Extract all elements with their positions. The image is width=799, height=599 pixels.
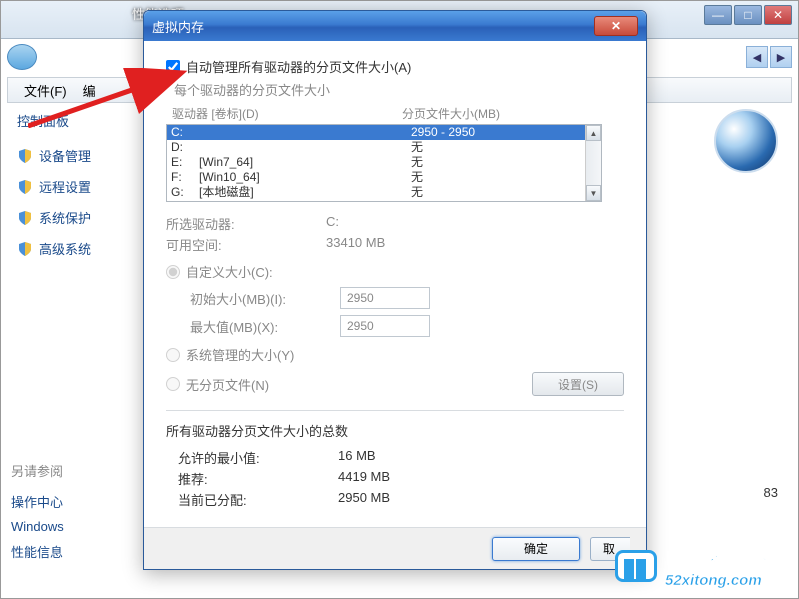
auto-manage-label: 自动管理所有驱动器的分页文件大小(A): [186, 57, 411, 76]
auto-manage-checkbox[interactable]: [166, 60, 180, 74]
sidebar-title: 控制面板: [11, 111, 131, 130]
min-allowed-label: 允许的最小值:: [178, 448, 338, 467]
drive-row[interactable]: C:2950 - 2950: [167, 125, 601, 140]
custom-size-radio[interactable]: [166, 265, 180, 279]
sidebar: 控制面板 设备管理 远程设置 系统保护 高级系统: [11, 111, 131, 264]
maximize-button[interactable]: □: [734, 5, 762, 25]
col-drive-label: 驱动器 [卷标](D): [172, 105, 402, 122]
drive-row[interactable]: G:[本地磁盘]无: [167, 185, 601, 200]
drive-list[interactable]: C:2950 - 2950D:无E:[Win7_64]无F:[Win10_64]…: [166, 124, 602, 202]
sidebar-item-protect[interactable]: 系统保护: [11, 202, 131, 233]
see-also: 另请参阅 操作中心 Windows 性能信息: [11, 461, 131, 565]
menu-edit[interactable]: 编: [75, 81, 104, 100]
back-button[interactable]: [7, 44, 37, 70]
set-button[interactable]: 设置(S): [532, 372, 624, 396]
shield-icon: [17, 241, 33, 257]
group-title: 每个驱动器的分页文件大小: [174, 80, 624, 99]
no-paging-label: 无分页文件(N): [186, 375, 269, 394]
system-managed-label: 系统管理的大小(Y): [186, 345, 294, 364]
shield-icon: [17, 210, 33, 226]
selected-drive-value: C:: [326, 214, 339, 233]
system-orb-icon: [714, 109, 778, 173]
min-allowed-value: 16 MB: [338, 448, 376, 467]
drive-row[interactable]: F:[Win10_64]无: [167, 170, 601, 185]
minimize-button[interactable]: —: [704, 5, 732, 25]
dialog-titlebar[interactable]: 虚拟内存 ✕: [144, 11, 646, 41]
free-space-label: 可用空间:: [166, 235, 326, 254]
drive-row[interactable]: E:[Win7_64]无: [167, 155, 601, 170]
sidebar-item-remote[interactable]: 远程设置: [11, 171, 131, 202]
selected-drive-label: 所选驱动器:: [166, 214, 326, 233]
scrollbar[interactable]: ▲ ▼: [585, 125, 601, 201]
max-size-input[interactable]: [340, 315, 430, 337]
recommended-label: 推荐:: [178, 469, 338, 488]
seealso-perf-info[interactable]: 性能信息: [11, 538, 131, 565]
watermark-cn: 电脑系统下载: [665, 543, 791, 572]
seealso-windows[interactable]: Windows: [11, 515, 131, 538]
sidebar-item-device[interactable]: 设备管理: [11, 140, 131, 171]
drive-row[interactable]: D:无: [167, 140, 601, 155]
watermark-en: 52xitong.com: [665, 572, 762, 589]
no-paging-radio[interactable]: [166, 377, 180, 391]
dialog-close-button[interactable]: ✕: [594, 16, 638, 36]
nav-left-icon[interactable]: ◀: [746, 46, 768, 68]
max-size-label: 最大值(MB)(X):: [190, 317, 340, 336]
shield-icon: [17, 179, 33, 195]
col-page-label: 分页文件大小(MB): [402, 105, 500, 122]
watermark-logo-icon: [615, 550, 657, 582]
recommended-value: 4419 MB: [338, 469, 390, 488]
ok-button[interactable]: 确定: [492, 537, 580, 561]
right-info-number: 83: [764, 485, 778, 500]
totals-title: 所有驱动器分页文件大小的总数: [166, 421, 624, 440]
nav-right-icon[interactable]: ▶: [770, 46, 792, 68]
virtual-memory-dialog: 虚拟内存 ✕ 自动管理所有驱动器的分页文件大小(A) 每个驱动器的分页文件大小 …: [143, 10, 647, 570]
menu-file[interactable]: 文件(F): [16, 81, 75, 100]
scroll-down-icon[interactable]: ▼: [586, 185, 601, 201]
currently-allocated-label: 当前已分配:: [178, 490, 338, 509]
currently-allocated-value: 2950 MB: [338, 490, 390, 509]
seealso-action-center[interactable]: 操作中心: [11, 488, 131, 515]
divider: [166, 410, 624, 411]
see-also-title: 另请参阅: [11, 461, 131, 480]
system-managed-radio[interactable]: [166, 348, 180, 362]
watermark: 电脑系统下载 52xitong.com: [615, 543, 791, 589]
free-space-value: 33410 MB: [326, 235, 385, 254]
shield-icon: [17, 148, 33, 164]
initial-size-input[interactable]: [340, 287, 430, 309]
scroll-up-icon[interactable]: ▲: [586, 125, 601, 141]
dialog-title: 虚拟内存: [152, 17, 204, 36]
sidebar-item-advanced[interactable]: 高级系统: [11, 233, 131, 264]
initial-size-label: 初始大小(MB)(I):: [190, 289, 340, 308]
custom-size-label: 自定义大小(C):: [186, 262, 273, 281]
close-button[interactable]: ✕: [764, 5, 792, 25]
